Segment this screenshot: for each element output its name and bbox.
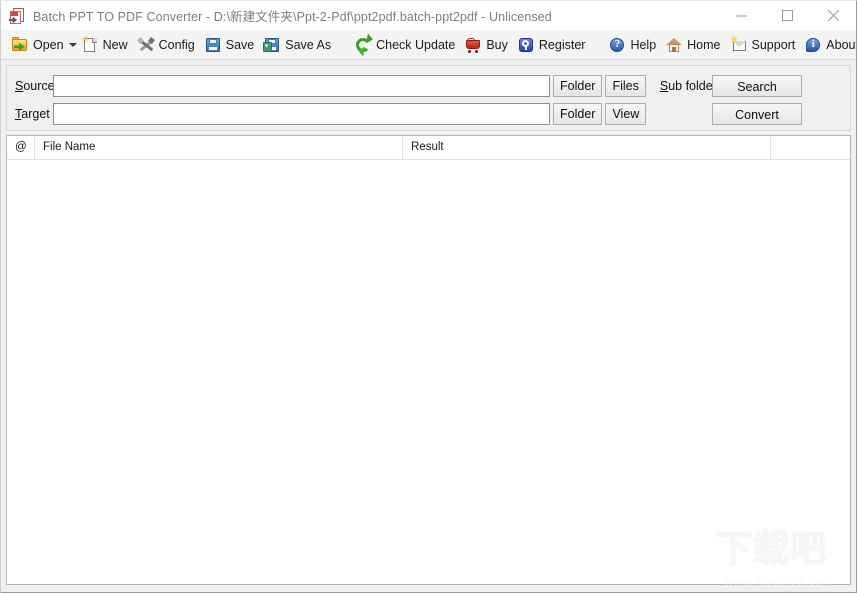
column-header-extra[interactable] bbox=[771, 136, 850, 159]
toolbar-label-check-update: Check Update bbox=[376, 38, 455, 52]
toolbar-button-save[interactable]: Save bbox=[200, 33, 260, 57]
toolbar-button-support[interactable]: ✳ Support bbox=[726, 33, 801, 57]
toolbar-label-new: New bbox=[103, 38, 128, 52]
new-document-icon: ✳ bbox=[82, 37, 98, 53]
support-envelope-icon: ✳ bbox=[731, 37, 747, 53]
maximize-icon[interactable] bbox=[764, 1, 810, 30]
toolbar-button-help[interactable]: ? Help bbox=[604, 33, 661, 57]
search-button[interactable]: Search bbox=[712, 75, 802, 97]
toolbar-button-about[interactable]: i About bbox=[800, 33, 857, 57]
source-row: Source Folder Files Sub folders bbox=[7, 75, 743, 97]
toolbar-label-register: Register bbox=[539, 38, 586, 52]
chevron-down-icon bbox=[69, 43, 77, 47]
list-column-headers: @ File Name Result bbox=[7, 136, 850, 160]
toolbar-label-support: Support bbox=[752, 38, 796, 52]
column-header-file-name[interactable]: File Name bbox=[35, 136, 403, 159]
minimize-icon[interactable] bbox=[718, 1, 764, 30]
refresh-arrows-icon bbox=[355, 37, 371, 53]
toolbar-label-save-as: Save As bbox=[285, 38, 331, 52]
shopping-cart-icon bbox=[465, 37, 481, 53]
toolbar-label-home: Home bbox=[687, 38, 720, 52]
config-tools-icon bbox=[138, 37, 154, 53]
file-list-view[interactable]: @ File Name Result bbox=[6, 135, 851, 585]
save-as-floppy-icon bbox=[264, 37, 280, 53]
home-house-icon bbox=[666, 37, 682, 53]
column-header-at[interactable]: @ bbox=[7, 136, 35, 159]
toolbar-button-home[interactable]: Home bbox=[661, 33, 725, 57]
target-input[interactable] bbox=[53, 103, 550, 125]
convert-button[interactable]: Convert bbox=[712, 103, 802, 125]
toolbar-label-save: Save bbox=[226, 38, 255, 52]
source-label: Source bbox=[7, 79, 53, 93]
toolbar-button-check-update[interactable]: Check Update bbox=[350, 33, 460, 57]
toolbar-button-register[interactable]: Register bbox=[513, 33, 591, 57]
toolbar-label-help: Help bbox=[630, 38, 656, 52]
toolbar-label-config: Config bbox=[159, 38, 195, 52]
help-question-icon: ? bbox=[609, 37, 625, 53]
toolbar-button-config[interactable]: Config bbox=[133, 33, 200, 57]
target-row: Target Folder View bbox=[7, 103, 646, 125]
source-target-panel: Source Folder Files Sub folders Target F… bbox=[6, 65, 851, 131]
open-dropdown-button[interactable] bbox=[69, 33, 77, 57]
source-files-button[interactable]: Files bbox=[605, 75, 645, 97]
column-header-result[interactable]: Result bbox=[403, 136, 771, 159]
toolbar-button-new[interactable]: ✳ New bbox=[77, 33, 133, 57]
list-body[interactable] bbox=[7, 160, 850, 585]
close-icon[interactable] bbox=[810, 1, 856, 30]
target-label: Target bbox=[7, 107, 53, 121]
source-input[interactable] bbox=[53, 75, 550, 97]
target-folder-button[interactable]: Folder bbox=[553, 103, 602, 125]
ppt2pdf-document-icon bbox=[9, 8, 25, 24]
application-window: Batch PPT TO PDF Converter - D:\新建文件夹\Pp… bbox=[0, 0, 857, 593]
toolbar-button-open[interactable]: Open bbox=[7, 33, 69, 57]
open-folder-icon bbox=[12, 37, 28, 53]
target-view-button[interactable]: View bbox=[605, 103, 646, 125]
window-title: Batch PPT TO PDF Converter - D:\新建文件夹\Pp… bbox=[33, 6, 552, 25]
toolbar-button-buy[interactable]: Buy bbox=[460, 33, 513, 57]
toolbar-label-open: Open bbox=[33, 38, 64, 52]
toolbar-button-save-as[interactable]: Save As bbox=[259, 33, 336, 57]
window-controls bbox=[718, 1, 856, 30]
toolbar: Open ✳ New Config Save bbox=[1, 30, 856, 60]
save-floppy-icon bbox=[205, 37, 221, 53]
toolbar-label-buy: Buy bbox=[486, 38, 508, 52]
title-bar: Batch PPT TO PDF Converter - D:\新建文件夹\Pp… bbox=[1, 1, 856, 30]
about-info-icon: i bbox=[805, 37, 821, 53]
register-key-icon bbox=[518, 37, 534, 53]
source-folder-button[interactable]: Folder bbox=[553, 75, 602, 97]
toolbar-label-about: About bbox=[826, 38, 857, 52]
